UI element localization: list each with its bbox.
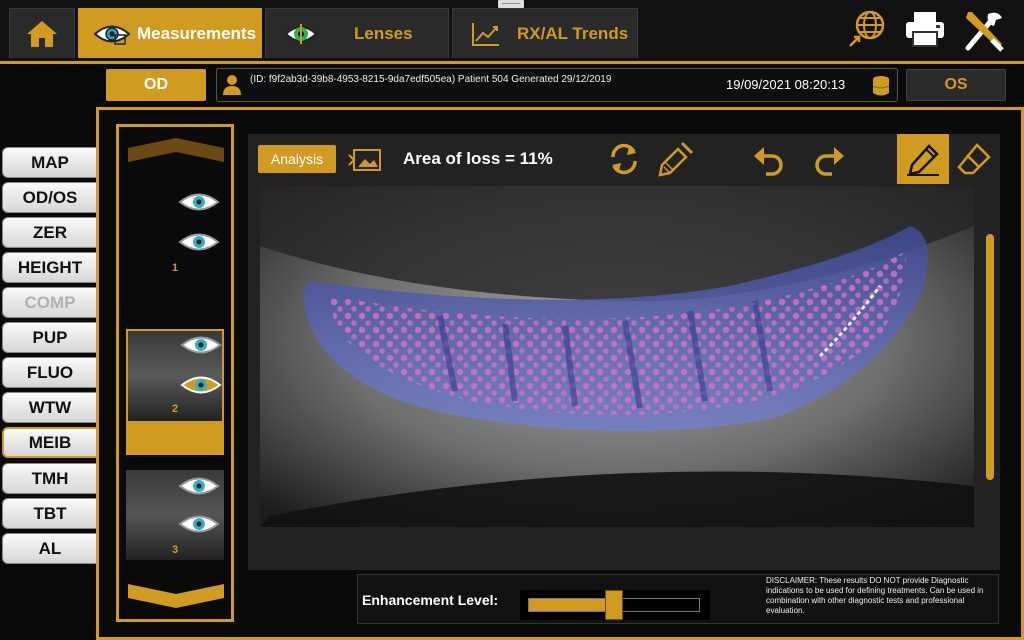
- enhancement-slider-thumb[interactable]: [605, 590, 623, 620]
- tools-icon: [965, 12, 1004, 52]
- menu-al[interactable]: AL: [2, 533, 98, 564]
- os-button[interactable]: OS: [906, 69, 1006, 101]
- menu-pup[interactable]: PUP: [2, 322, 98, 353]
- tab-rx-al-trends[interactable]: RX/AL Trends: [452, 8, 638, 58]
- menu-height[interactable]: HEIGHT: [2, 252, 98, 283]
- database-icon[interactable]: [872, 75, 890, 102]
- exam-datetime: 19/09/2021 08:20:13: [726, 77, 846, 92]
- menu-map[interactable]: MAP: [2, 147, 98, 178]
- patient-icon: [222, 74, 242, 101]
- tab-measurements[interactable]: Measurements: [78, 8, 262, 58]
- menu-tbt[interactable]: TBT: [2, 498, 98, 529]
- image-icon[interactable]: [348, 147, 382, 173]
- menu-meib[interactable]: MEIB: [2, 427, 98, 458]
- menu-tmh[interactable]: TMH: [2, 463, 98, 494]
- brush-icon[interactable]: [654, 139, 696, 179]
- scroll-up-button[interactable]: [128, 138, 224, 162]
- od-button[interactable]: OD: [106, 69, 206, 101]
- eye-icon: [178, 193, 220, 211]
- globe-icon: [849, 10, 885, 47]
- printer-icon: [906, 12, 944, 47]
- lens-eye-icon: [284, 23, 318, 44]
- redo-icon[interactable]: [810, 142, 846, 176]
- pen-tool-button[interactable]: [897, 134, 949, 184]
- home-icon: [27, 20, 57, 47]
- pen-icon: [907, 144, 939, 176]
- tab-label: Measurements: [137, 23, 257, 43]
- patient-info: (ID: f9f2ab3d-39b8-4953-8215-9da7edf505e…: [250, 74, 612, 85]
- eye-measure-icon: [93, 25, 131, 45]
- header-divider: [0, 61, 1024, 64]
- tab-label: Lenses: [354, 23, 413, 43]
- tab-home[interactable]: [9, 8, 75, 58]
- menu-wtw[interactable]: WTW: [2, 392, 98, 423]
- eye-icon: [178, 515, 220, 533]
- undo-icon[interactable]: [752, 142, 788, 176]
- thumbnail-1[interactable]: 1: [126, 186, 224, 280]
- eye-selected-icon: [180, 376, 222, 394]
- thumbnail-label: 2: [172, 403, 179, 415]
- disclaimer-text: DISCLAIMER: These results DO NOT provide…: [766, 576, 984, 615]
- menu-zer[interactable]: ZER: [2, 217, 98, 248]
- thumbnail-label: 3: [172, 544, 179, 556]
- menu-comp: COMP: [2, 287, 98, 318]
- scroll-down-button[interactable]: [128, 584, 224, 608]
- thumbnail-3[interactable]: 3: [126, 470, 224, 560]
- window-handle[interactable]: [498, 0, 524, 8]
- enhancement-label: Enhancement Level:: [362, 592, 499, 608]
- globe-button[interactable]: [846, 8, 888, 55]
- area-of-loss: Area of loss = 11%: [403, 149, 553, 168]
- tab-lenses[interactable]: Lenses: [265, 8, 449, 58]
- tab-label: RX/AL Trends: [517, 23, 629, 43]
- refresh-icon[interactable]: [607, 142, 641, 176]
- thumbnail-selection-bar: [126, 423, 224, 455]
- analysis-button[interactable]: Analysis: [258, 145, 336, 173]
- print-button[interactable]: [904, 10, 946, 53]
- thumbnail-label: 1: [172, 262, 179, 274]
- enhancement-slider-fill: [529, 599, 614, 611]
- menu-fluo[interactable]: FLUO: [2, 357, 98, 388]
- eraser-icon[interactable]: [955, 141, 993, 177]
- eye-icon: [178, 477, 220, 495]
- trend-chart-icon: [472, 22, 499, 46]
- eye-icon: [178, 233, 220, 251]
- image-scrollbar[interactable]: [986, 234, 994, 480]
- eye-icon: [180, 336, 222, 354]
- meibography-image[interactable]: [260, 186, 974, 527]
- thumbnail-2[interactable]: 2: [126, 329, 224, 423]
- menu-od-os[interactable]: OD/OS: [2, 182, 98, 213]
- settings-button[interactable]: [962, 8, 1006, 57]
